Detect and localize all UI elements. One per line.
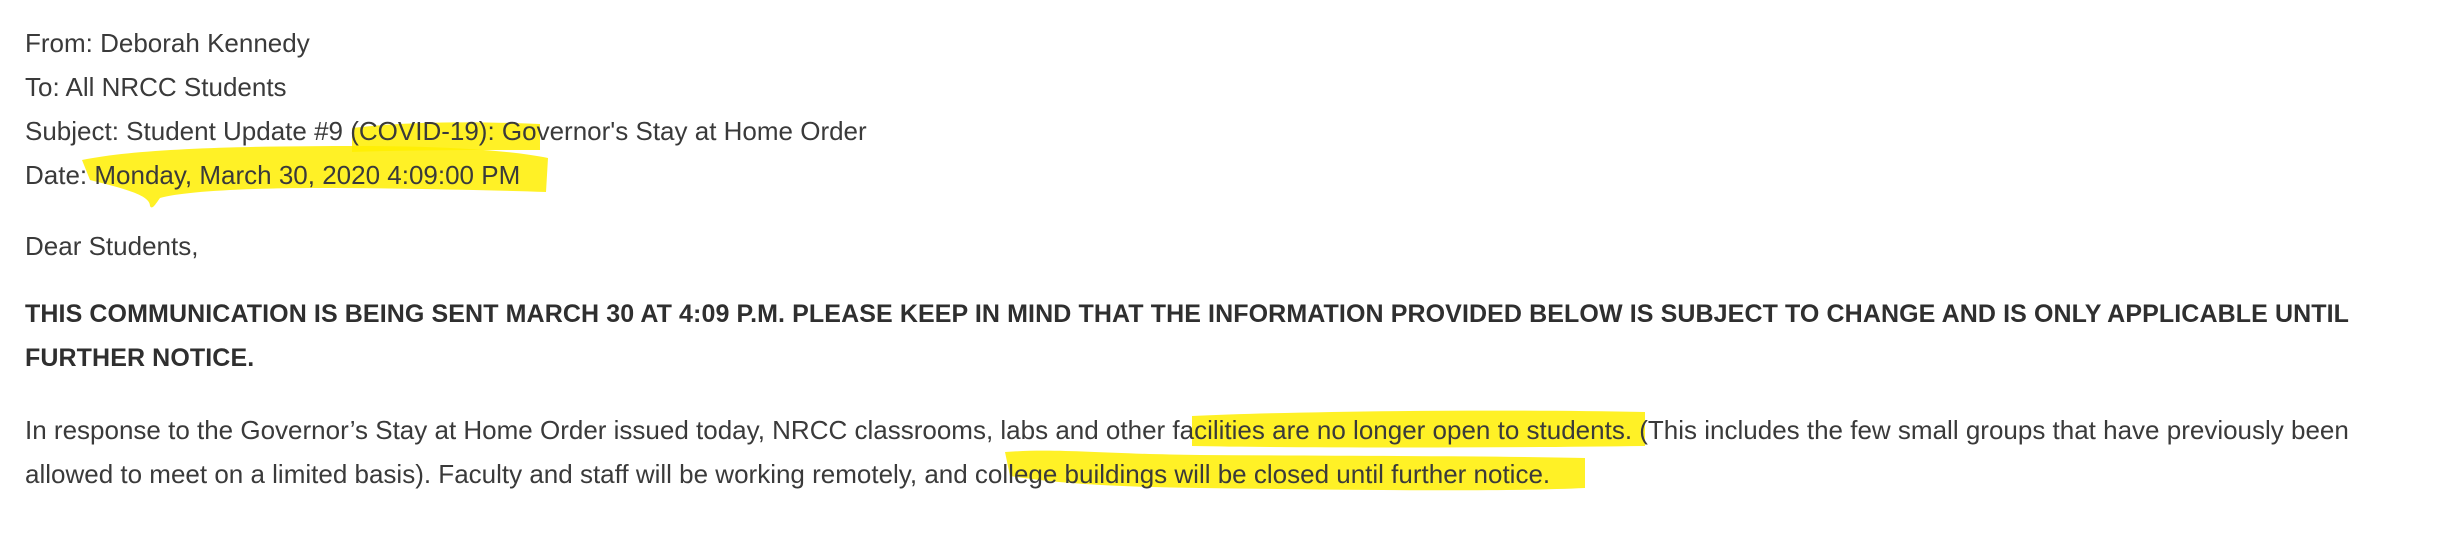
- email-date: Date: Monday, March 30, 2020 4:09:00 PM: [25, 160, 521, 190]
- paragraph-line: In response to the Governor’s Stay at Ho…: [25, 415, 2349, 445]
- email-to: To: All NRCC Students: [25, 72, 287, 102]
- email-from: From: Deborah Kennedy: [25, 28, 310, 58]
- email-subject: Subject: Student Update #9 (COVID-19): G…: [25, 116, 867, 146]
- email-message: From: Deborah Kennedy To: All NRCC Stude…: [25, 0, 2425, 548]
- notice-line: THIS COMMUNICATION IS BEING SENT MARCH 3…: [25, 300, 2350, 328]
- email-greeting: Dear Students,: [25, 231, 199, 261]
- email-notice: THIS COMMUNICATION IS BEING SENT MARCH 3…: [25, 292, 2425, 380]
- paragraph-line: allowed to meet on a limited basis). Fac…: [25, 459, 1551, 489]
- email-body-paragraph: In response to the Governor’s Stay at Ho…: [25, 408, 2425, 496]
- notice-line: FURTHER NOTICE.: [25, 344, 255, 372]
